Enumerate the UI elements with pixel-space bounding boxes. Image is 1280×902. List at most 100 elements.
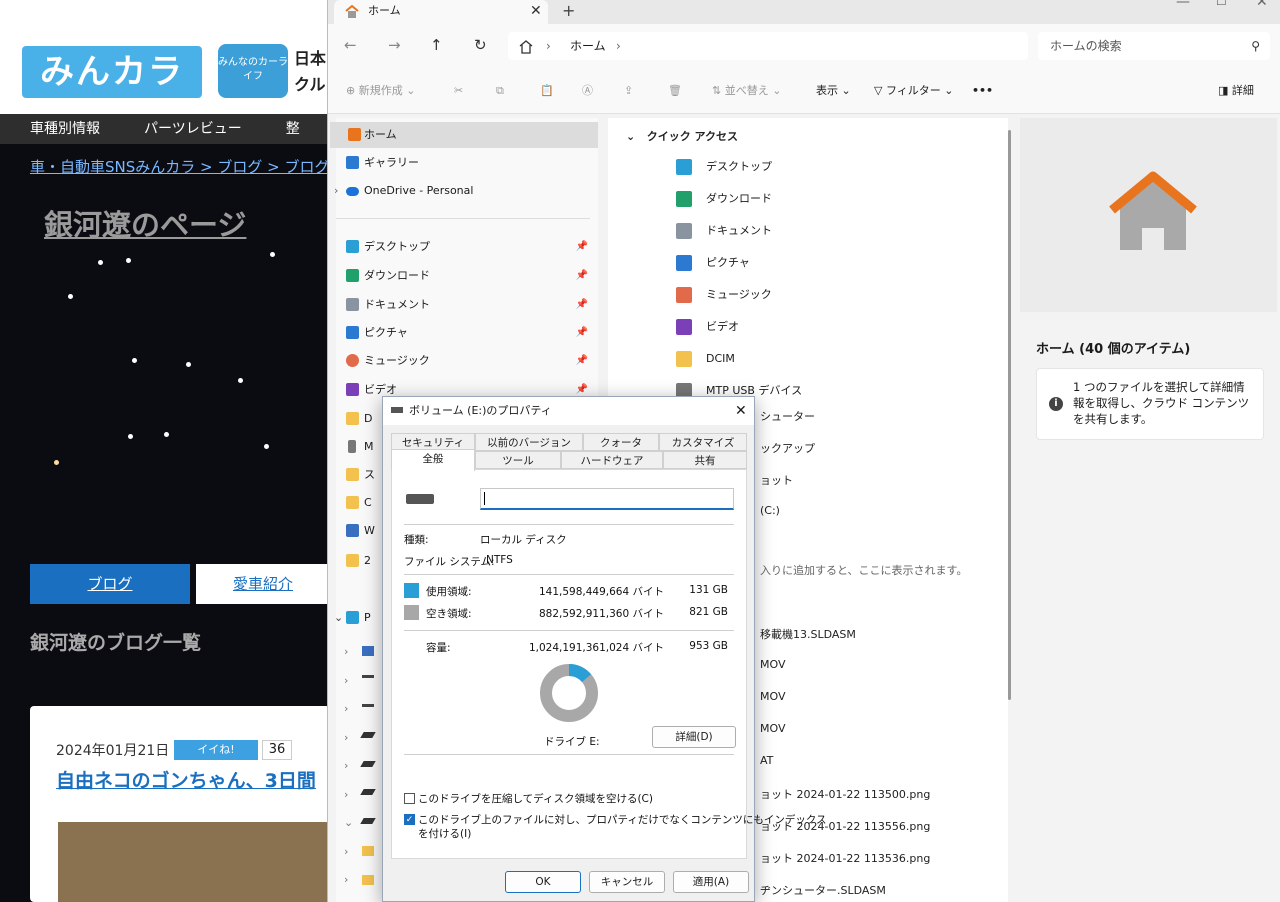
index-label-line2: を付ける(I) — [418, 828, 472, 840]
minimize-icon[interactable]: — — [1176, 0, 1190, 10]
new-tab-icon[interactable]: + — [562, 0, 575, 22]
ok-button[interactable]: OK — [505, 871, 581, 893]
tab-sharing[interactable]: 共有 — [663, 451, 747, 469]
tab-tools[interactable]: ツール — [475, 451, 561, 469]
nav-item-pictures[interactable]: ピクチャ 📌 — [342, 320, 592, 346]
used-label: 使用領域: — [426, 586, 472, 598]
details-title: ホーム (40 個のアイテム) — [1036, 342, 1191, 357]
recent-item[interactable]: ヂンシューター.SLDASM — [760, 882, 886, 898]
maximize-icon[interactable]: ☐ — [1216, 0, 1227, 8]
nav-item-music[interactable]: ミュージック 📌 — [342, 348, 592, 374]
index-checkbox[interactable]: ✓ — [404, 814, 415, 825]
quick-access-header[interactable]: ⌄ クイック アクセス — [626, 128, 738, 144]
cancel-button[interactable]: キャンセル — [589, 871, 665, 893]
tab-quota[interactable]: クォータ — [583, 433, 659, 451]
new-button[interactable]: ⊕ 新規作成 ⌄ — [346, 68, 415, 114]
tree-icons — [360, 646, 376, 902]
quick-access-item[interactable]: ビデオ — [676, 312, 739, 342]
list-item[interactable]: ックアップ — [760, 440, 815, 456]
tab-customize[interactable]: カスタマイズ — [659, 433, 747, 451]
gallery-icon — [346, 156, 359, 169]
volume-name-input[interactable] — [480, 488, 734, 510]
chevron-down-icon[interactable]: ⌄ — [334, 605, 343, 631]
recent-item[interactable]: 移載機13.SLDASM — [760, 626, 856, 642]
scrollbar[interactable] — [1008, 130, 1011, 700]
nav-item-desktop[interactable]: デスクトップ 📌 — [342, 234, 592, 260]
recent-item[interactable]: MOV — [760, 690, 785, 703]
address-segment[interactable]: ホーム — [570, 32, 606, 60]
dialog-titlebar[interactable]: ボリューム (E:)のプロパティ ✕ — [383, 397, 754, 425]
list-item[interactable]: (C:) — [760, 504, 780, 517]
quick-access-item[interactable]: ピクチャ — [676, 248, 750, 278]
address-bar-row: ← → ↑ ↻ › ホーム › ホームの検索 ⚲ — [328, 24, 1280, 68]
tab-blog[interactable]: ブログ — [30, 564, 190, 604]
chevron-right-icon[interactable]: › — [616, 32, 621, 60]
forward-icon[interactable]: → — [388, 36, 401, 54]
nav-item-home[interactable]: ホーム — [330, 122, 598, 148]
breadcrumb[interactable]: 車・自動車SNSみんカラ > ブログ > ブログ一 — [30, 156, 330, 177]
compress-checkbox[interactable] — [404, 793, 415, 804]
nav-parts-review[interactable]: パーツレビュー — [144, 121, 242, 137]
back-icon[interactable]: ← — [344, 36, 357, 54]
nav-item-downloads[interactable]: ダウンロード 📌 — [342, 263, 592, 289]
cut-icon[interactable]: ✂ — [454, 68, 463, 114]
like-button[interactable]: イイね! — [174, 740, 258, 760]
search-input[interactable]: ホームの検索 ⚲ — [1038, 32, 1270, 60]
disk-details-button[interactable]: 詳細(D) — [652, 726, 736, 748]
close-icon[interactable]: ✕ — [735, 397, 747, 425]
nav-car-info[interactable]: 車種別情報 — [30, 121, 100, 137]
quick-access-item[interactable]: DCIM — [676, 344, 735, 374]
nav-item-gallery[interactable]: ギャラリー — [342, 150, 592, 176]
list-item[interactable]: シューター — [760, 408, 815, 424]
tab-hardware[interactable]: ハードウェア — [561, 451, 663, 469]
apply-button[interactable]: 適用(A) — [673, 871, 749, 893]
site-logo[interactable]: みんカラ — [22, 46, 202, 98]
close-tab-icon[interactable]: ✕ — [530, 0, 542, 22]
copy-icon[interactable]: ⧉ — [496, 68, 504, 114]
chevron-right-icon[interactable]: › — [334, 178, 338, 204]
recent-item[interactable]: AT — [760, 754, 773, 767]
filter-button[interactable]: ▽ フィルター ⌄ — [874, 68, 953, 114]
address-bar[interactable]: › ホーム › — [508, 32, 1028, 60]
sort-button[interactable]: ⇅ 並べ替え ⌄ — [712, 68, 781, 114]
share-icon[interactable]: ⇪ — [624, 68, 633, 114]
view-button[interactable]: 表示 ⌄ — [816, 68, 851, 114]
details-pane-button[interactable]: ◨ 詳細 — [1218, 68, 1254, 114]
rename-icon[interactable]: Ⓐ — [582, 68, 593, 114]
tab-previous-versions[interactable]: 以前のバージョン — [475, 433, 583, 451]
filesystem-label: ファイル システム: — [404, 556, 495, 568]
post-title[interactable]: 自由ネコのゴンちゃん、3日間 — [56, 766, 316, 793]
drive-icon — [362, 675, 374, 678]
refresh-icon[interactable]: ↻ — [474, 36, 487, 54]
folder-icon — [346, 412, 359, 425]
nav-item-onedrive[interactable]: › OneDrive - Personal — [334, 178, 592, 204]
paste-icon[interactable]: 📋 — [540, 68, 554, 114]
list-item[interactable]: ョット — [760, 472, 793, 488]
preview-area — [1020, 118, 1277, 312]
pin-icon: 📌 — [575, 327, 588, 338]
tree-chevrons[interactable]: ››››››⌄››› — [344, 638, 353, 902]
tab-general[interactable]: 全般 — [391, 449, 475, 471]
pc-icon — [346, 611, 359, 624]
up-icon[interactable]: ↑ — [430, 36, 443, 54]
quick-access-item[interactable]: ミュージック — [676, 280, 772, 310]
capacity-gb: 953 GB — [689, 640, 728, 652]
explorer-tab[interactable]: ホーム ✕ — [334, 0, 548, 24]
window-close-icon[interactable]: ✕ — [1256, 0, 1268, 10]
recent-item[interactable]: MOV — [760, 722, 785, 735]
delete-icon[interactable]: 🗑 — [668, 68, 682, 114]
command-bar: ⊕ 新規作成 ⌄ ✂ ⧉ 📋 Ⓐ ⇪ 🗑 ⇅ 並べ替え ⌄ 表示 ⌄ ▽ フィル… — [328, 68, 1280, 114]
nav-item-documents[interactable]: ドキュメント 📌 — [342, 292, 592, 318]
page-title[interactable]: 銀河遼のページ — [44, 202, 246, 244]
quick-access-item[interactable]: デスクトップ — [676, 152, 772, 182]
recent-item[interactable]: ョット 2024-01-22 113500.png — [760, 786, 930, 802]
quick-access-item[interactable]: ドキュメント — [676, 216, 772, 246]
quick-access-item[interactable]: ダウンロード — [676, 184, 772, 214]
site-sublogo: みんなのカーライフ — [218, 44, 288, 98]
tab-car[interactable]: 愛車紹介 — [196, 564, 330, 604]
nav-maintenance[interactable]: 整 — [286, 121, 300, 137]
more-options-icon[interactable]: ••• — [972, 68, 993, 114]
recent-item[interactable]: ョット 2024-01-22 113536.png — [760, 850, 930, 866]
recent-item[interactable]: MOV — [760, 658, 785, 671]
free-swatch — [404, 605, 419, 620]
